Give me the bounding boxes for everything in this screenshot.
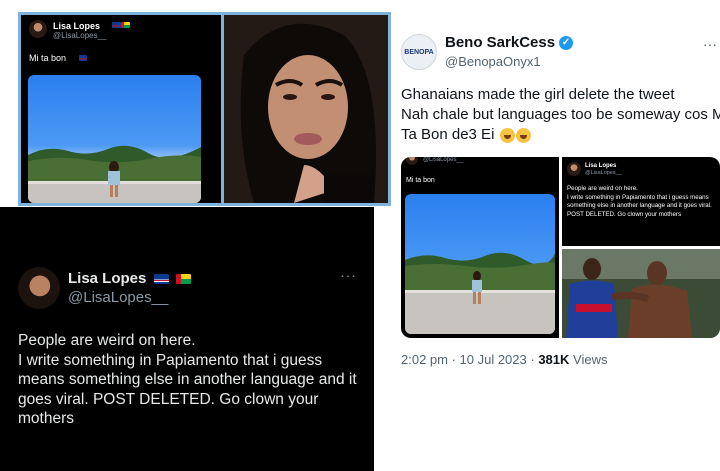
beach-photo-drawing <box>28 145 201 203</box>
tweet-photo[interactable] <box>28 75 201 203</box>
mini-tweet: Lisa Lopes @LisaLopes__ Mi ta bon <box>21 15 221 203</box>
top-left-screenshot: Lisa Lopes @LisaLopes__ Mi ta bon <box>18 12 391 206</box>
tweet-photo <box>405 194 555 334</box>
cape-verde-flag-icon <box>112 22 121 28</box>
author-handle: @LisaLopes__ <box>585 170 622 176</box>
author-handle[interactable]: @LisaLopes__ <box>53 31 107 40</box>
football-photo-drawing <box>562 249 720 338</box>
author-name[interactable]: Beno SarkCess <box>445 34 555 51</box>
more-options-icon[interactable]: ··· <box>340 267 357 283</box>
cape-verde-flag-icon <box>153 274 169 285</box>
laughing-tears-icon <box>499 127 515 143</box>
tweet-text: Mi ta bon <box>406 177 435 184</box>
portrait-photo[interactable] <box>224 15 388 203</box>
tweet-text-block: Ghanaians made the girl delete the tweet… <box>401 85 720 145</box>
portrait-drawing <box>224 15 388 203</box>
quote-tweet-card: BENOPA Beno SarkCess ✓ @BenopaOnyx1 ··· G… <box>391 22 720 471</box>
author-name[interactable]: Lisa Lopes <box>53 21 100 31</box>
author-name-row: Beno SarkCess ✓ <box>445 34 574 51</box>
tweet-media-grid[interactable]: @LisaLopes__ Mi ta bon Lisa Lopes @LisaL <box>401 157 720 338</box>
more-options-icon[interactable]: ··· <box>703 36 717 52</box>
avatar[interactable] <box>18 267 60 309</box>
author-name: Lisa Lopes <box>585 163 617 169</box>
dark-tweet-card: Lisa Lopes @LisaLopes__ ··· People are w… <box>0 207 374 471</box>
beach-photo-drawing <box>405 252 555 334</box>
tweet-text: Mi ta bon <box>29 53 67 63</box>
avatar[interactable] <box>29 20 47 38</box>
embedded-tweet-left[interactable]: @LisaLopes__ Mi ta bon <box>401 157 559 338</box>
author-name-row: Lisa Lopes <box>68 270 191 287</box>
avatar-logo[interactable]: BENOPA <box>401 34 437 70</box>
views-count: 381K <box>538 352 570 367</box>
timestamp[interactable]: 2:02 pm · 10 Jul 2023 · <box>401 352 535 367</box>
author-handle[interactable]: @LisaLopes__ <box>68 289 168 306</box>
tweet-text: People are weird on here. I write someth… <box>18 332 357 428</box>
author-handle: @LisaLopes__ <box>423 157 464 163</box>
guinea-bissau-flag-icon <box>175 274 191 285</box>
logo-text: BENOPA <box>404 48 434 56</box>
tweet-text: Ghanaians made the girl delete the tweet… <box>401 86 720 143</box>
embedded-tweet-right[interactable]: Lisa Lopes @LisaLopes__ People are weird… <box>562 157 720 246</box>
tweet-meta: 2:02 pm · 10 Jul 2023 · 381K Views <box>401 352 607 367</box>
views-label: Views <box>573 352 608 367</box>
guinea-bissau-flag-icon <box>121 22 130 28</box>
curacao-flag-icon <box>79 55 87 61</box>
avatar <box>406 157 418 165</box>
verified-badge-icon: ✓ <box>559 36 574 51</box>
tweet-text: People are weird on here. I write someth… <box>567 185 712 218</box>
football-photo[interactable] <box>562 249 720 338</box>
author-name[interactable]: Lisa Lopes <box>68 270 146 287</box>
avatar <box>567 162 581 176</box>
laughing-tears-icon <box>515 127 531 143</box>
author-handle[interactable]: @BenopaOnyx1 <box>445 54 541 69</box>
